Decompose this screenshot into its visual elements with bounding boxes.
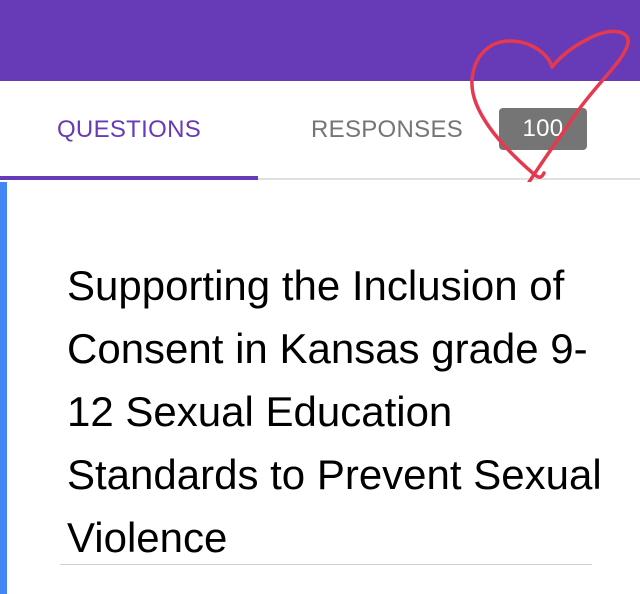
tab-responses[interactable]: RESPONSES 100	[290, 81, 590, 178]
form-header-card: Supporting the Inclusion of Consent in K…	[0, 182, 640, 594]
responses-count-badge: 100	[499, 108, 587, 150]
active-tab-indicator	[0, 176, 258, 180]
card-accent-bar	[0, 182, 7, 594]
title-divider	[60, 564, 592, 565]
tab-bar: QUESTIONS RESPONSES 100	[0, 81, 640, 180]
form-title[interactable]: Supporting the Inclusion of Consent in K…	[67, 254, 627, 569]
app-bar	[0, 0, 640, 81]
tab-questions[interactable]: QUESTIONS	[0, 81, 258, 180]
tab-responses-label: RESPONSES	[311, 115, 464, 143]
tab-questions-label: QUESTIONS	[56, 115, 202, 143]
